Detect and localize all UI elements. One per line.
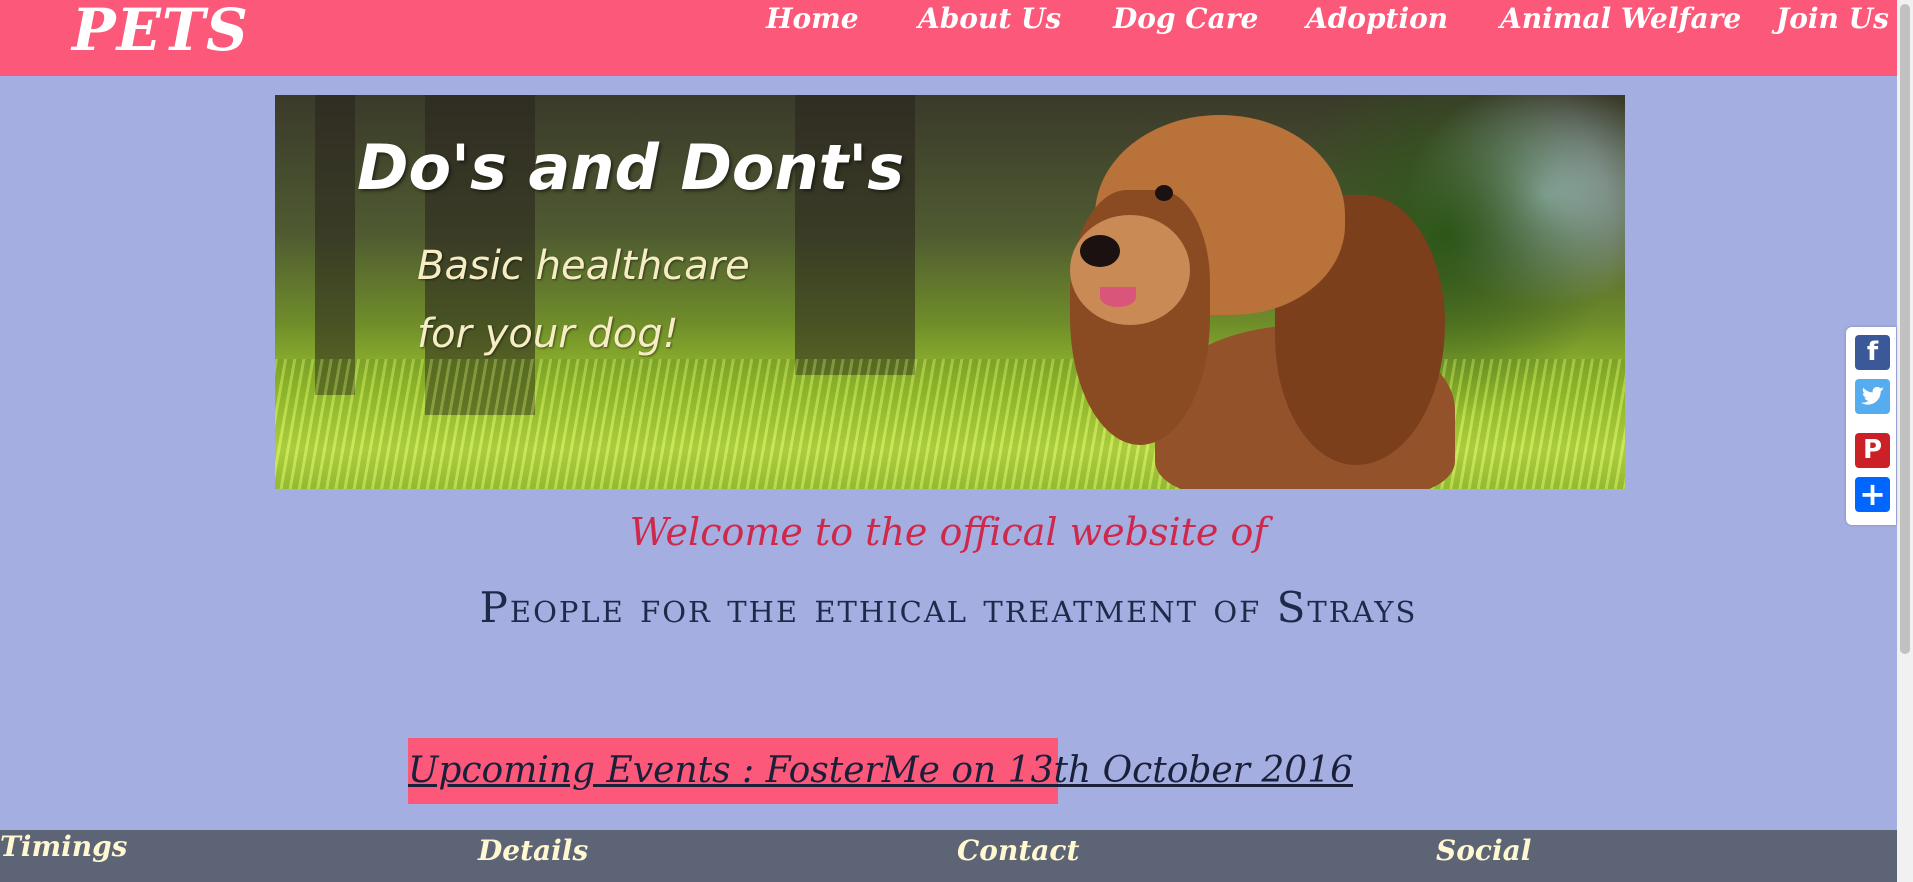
facebook-icon[interactable]: f [1855,335,1890,370]
nav-join-us[interactable]: Join Us [1776,2,1889,35]
nav-animal-welfare[interactable]: Animal Welfare [1500,2,1741,35]
dog-nose [1080,235,1120,267]
nav-about-us[interactable]: About Us [918,2,1061,35]
nav-dog-care[interactable]: Dog Care [1113,2,1258,35]
footer-social-heading: Social [1436,834,1532,867]
dog-tongue [1100,287,1136,307]
hero-banner: Do's and Dont's Basic healthcare for you… [275,95,1625,489]
banner-subtitle: for your dog! [417,311,679,357]
nav-adoption[interactable]: Adoption [1306,2,1448,35]
top-navbar: PETS Home About Us Dog Care Adoption Ani… [0,0,1897,76]
nav-home[interactable]: Home [766,2,859,35]
social-share-bar: f P + [1846,327,1896,525]
footer: Timings Details Contact Social [0,830,1897,882]
footer-contact-heading: Contact [957,834,1080,867]
upcoming-events-link[interactable]: Upcoming Events : FosterMe on 13th Octob… [408,738,1353,804]
footer-timings-heading: Timings [0,830,128,863]
welcome-text: Welcome to the offical website of [629,510,1268,554]
dog-snout [1070,215,1190,325]
dog-eye [1155,185,1173,201]
twitter-icon[interactable] [1855,379,1890,414]
scrollbar-thumb[interactable] [1900,4,1910,654]
tree-trunk [315,95,355,395]
vertical-scrollbar[interactable] [1897,0,1913,882]
brand-logo[interactable]: PETS [72,0,249,64]
organization-name: People for the ethical treatment of Stra… [479,583,1418,632]
share-plus-icon[interactable]: + [1855,477,1890,512]
pinterest-icon[interactable]: P [1855,433,1890,468]
banner-subtitle: Basic healthcare [417,243,750,289]
footer-details-heading: Details [478,834,589,867]
banner-title: Do's and Dont's [357,131,905,204]
